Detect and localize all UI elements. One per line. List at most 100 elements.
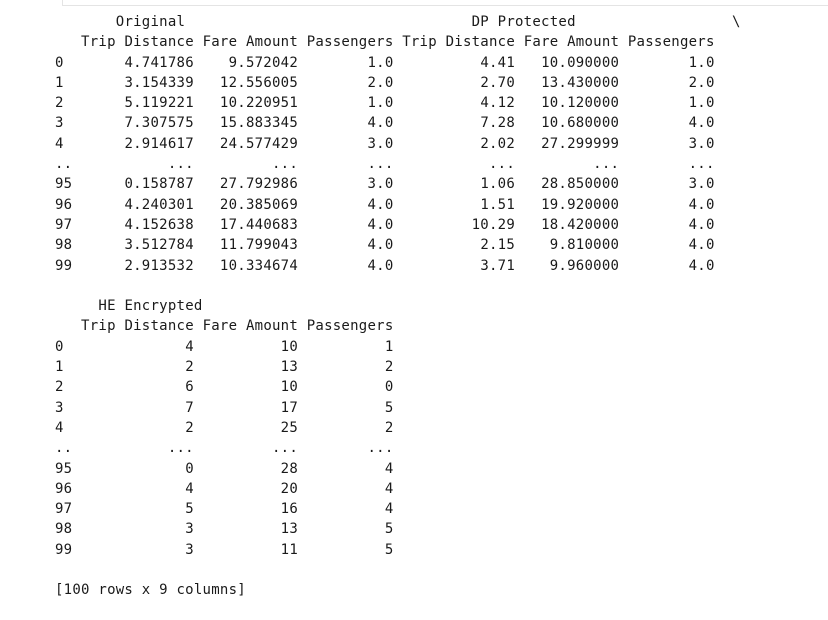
- output-line: 95 0 28 4: [55, 461, 394, 477]
- row-index: 96: [55, 480, 73, 497]
- group-header-original: Original: [115, 14, 186, 30]
- row-index: 0: [55, 54, 73, 71]
- output-line: [100 rows x 9 columns]: [55, 582, 246, 598]
- table-cell: 13.430000: [541, 74, 620, 91]
- output-line: 2 5.119221 10.220951 1.0 4.12 10.120000 …: [55, 95, 715, 111]
- row-index: 99: [55, 541, 73, 558]
- table-cell: 2.15: [480, 237, 516, 254]
- table-cell: 7: [185, 399, 194, 416]
- column-header: Fare Amount: [523, 34, 620, 51]
- row-index: 95: [55, 176, 73, 193]
- table-cell: 10.334674: [219, 257, 299, 274]
- table-cell: 4.12: [480, 95, 516, 112]
- table-cell: 4.0: [688, 196, 715, 213]
- table-cell: 17.440683: [219, 216, 299, 233]
- table-cell: 3: [185, 541, 194, 558]
- table-cell: 4: [384, 480, 394, 497]
- group-header-he: HE Encrypted: [98, 298, 203, 315]
- table-cell: 15.883345: [219, 115, 299, 132]
- table-cell: 4: [185, 480, 194, 497]
- table-cell: 3.71: [480, 257, 516, 274]
- row-index: 1: [55, 359, 73, 376]
- table-cell: ...: [688, 156, 715, 173]
- row-index: 4: [55, 419, 73, 436]
- row-index: 96: [55, 196, 73, 213]
- table-cell: 5: [185, 501, 194, 518]
- table-cell: 5: [384, 399, 394, 416]
- row-index: 99: [55, 257, 73, 274]
- table-cell: 4.0: [367, 196, 394, 213]
- row-count-summary: [100 rows x 9 columns]: [55, 582, 246, 599]
- row-index: ..: [55, 440, 73, 457]
- table-cell: 5: [384, 521, 394, 538]
- table-cell: 2.0: [688, 74, 715, 91]
- table-cell: 0: [384, 379, 394, 396]
- row-index: 2: [55, 95, 73, 112]
- column-header: Passengers: [306, 318, 394, 335]
- table-cell: 16: [280, 501, 299, 518]
- table-cell: 4.0: [688, 115, 715, 132]
- table-cell: ...: [488, 156, 516, 173]
- table-cell: 1: [384, 338, 394, 355]
- table-cell: 4.0: [367, 216, 394, 233]
- table-cell: 2.02: [480, 135, 516, 152]
- output-line: .. ... ... ...: [55, 440, 394, 456]
- table-cell: 4.0: [688, 237, 715, 254]
- output-line: 99 2.913532 10.334674 4.0 3.71 9.960000 …: [55, 258, 715, 274]
- table-cell: 10.220951: [219, 95, 299, 112]
- column-header: Fare Amount: [202, 34, 299, 51]
- table-cell: 2: [185, 359, 194, 376]
- output-line: Trip Distance Fare Amount Passengers: [55, 318, 394, 334]
- table-cell: 19.920000: [541, 196, 620, 213]
- table-cell: 3.0: [688, 176, 715, 193]
- row-index: 95: [55, 460, 73, 477]
- table-cell: 1.0: [688, 54, 715, 71]
- output-line: 1 2 13 2: [55, 359, 394, 375]
- output-line: 96 4 20 4: [55, 481, 394, 497]
- table-cell: 9.572042: [228, 54, 299, 71]
- output-line: Trip Distance Fare Amount Passengers Tri…: [55, 34, 715, 50]
